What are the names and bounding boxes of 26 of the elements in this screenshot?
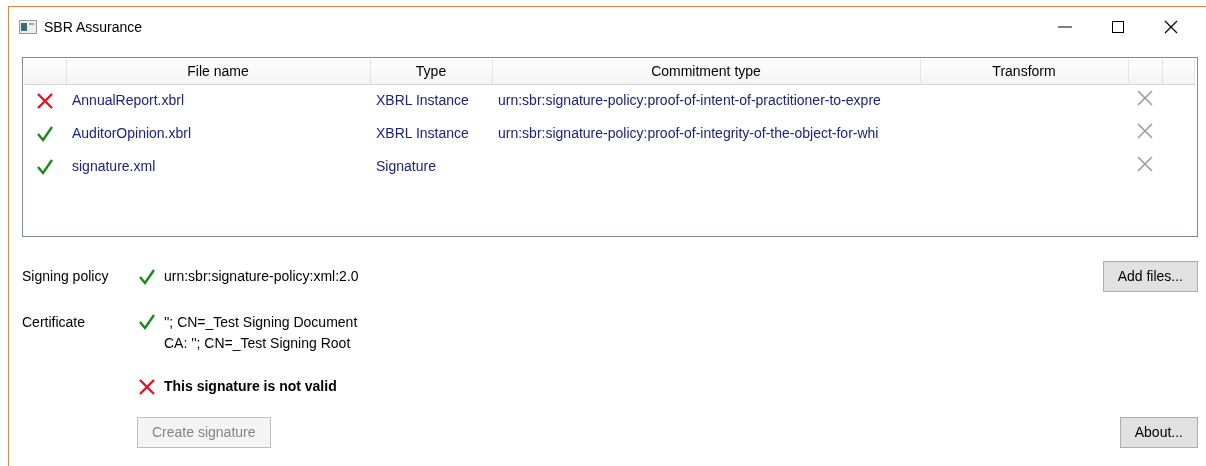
file-type: XBRL Instance	[376, 92, 469, 109]
app-icon	[19, 20, 37, 34]
certificate-text: CA: ''; CN=_Test Signing Root	[164, 334, 352, 353]
commitment-type: urn:sbr:signature-policy:proof-of-intent-of-practitioner-to-expre	[498, 92, 881, 109]
column-header[interactable]: Transform	[920, 59, 1128, 84]
commitment-type: urn:sbr:signature-policy:proof-of-integrity-of-the-object-for-whi	[498, 125, 879, 141]
certificate-text: ''; CN=_Test Signing Document	[164, 313, 358, 332]
remove-button[interactable]	[1135, 121, 1155, 141]
window-title: SBR Assurance	[44, 17, 143, 37]
validation-message: This signature is not valid	[164, 377, 337, 396]
column-header[interactable]: Commitment type	[492, 59, 920, 84]
about-button[interactable]: About...	[1119, 417, 1198, 448]
column-header[interactable]: Type	[370, 59, 492, 84]
file-name: signature.xml	[72, 158, 156, 174]
field-label: Certificate	[22, 313, 87, 332]
policy-value: urn:sbr:signature-policy:xml:2.0	[164, 267, 359, 286]
column-header[interactable]: File name	[66, 59, 370, 84]
file-type: XBRL Instance	[376, 125, 469, 141]
close-icon[interactable]	[1162, 19, 1180, 35]
remove-button[interactable]	[1135, 154, 1155, 174]
file-type: Signature	[376, 158, 436, 174]
maximize-icon[interactable]	[1109, 19, 1127, 35]
file-name: AnnualReport.xbrl	[72, 92, 185, 109]
field-label: Signing policy	[22, 267, 110, 286]
file-name: AuditorOpinion.xbrl	[72, 125, 192, 141]
add-files-button[interactable]: Add files...	[1102, 261, 1198, 292]
